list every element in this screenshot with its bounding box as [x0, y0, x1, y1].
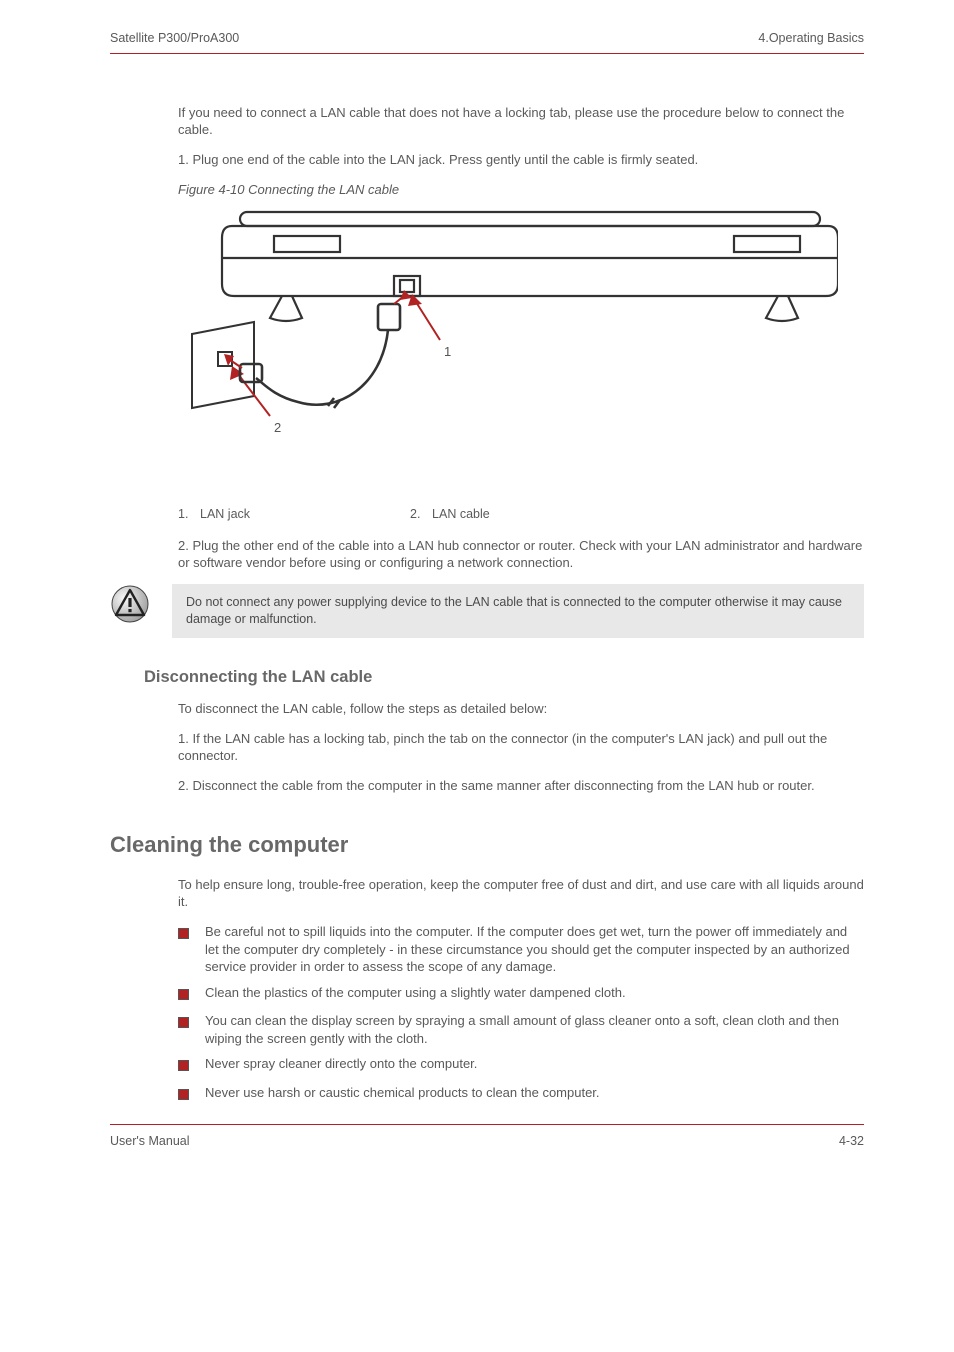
- square-bullet-icon: [178, 1087, 189, 1105]
- footer-right: 4-32: [839, 1133, 864, 1150]
- lan-cable-figure: 1 2: [178, 206, 864, 486]
- svg-text:2: 2: [274, 420, 281, 435]
- figure-callouts: 1. LAN jack 2. LAN cable: [178, 506, 864, 523]
- clean-bullet-list: Be careful not to spill liquids into the…: [178, 923, 864, 1104]
- disconnect-heading: Disconnecting the LAN cable: [144, 666, 864, 688]
- svg-text:1: 1: [444, 344, 451, 359]
- bullet-text: Never use harsh or caustic chemical prod…: [205, 1084, 600, 1102]
- header-right: 4.Operating Basics: [758, 30, 864, 47]
- bullet-text: You can clean the display screen by spra…: [205, 1012, 864, 1047]
- callout-2-num: 2.: [410, 506, 424, 523]
- intro-p2: 1. Plug one end of the cable into the LA…: [178, 151, 864, 169]
- square-bullet-icon: [178, 987, 189, 1005]
- callout-2-label: LAN cable: [432, 506, 490, 523]
- bullet-text: Never spray cleaner directly onto the co…: [205, 1055, 477, 1073]
- page-header: Satellite P300/ProA300 4.Operating Basic…: [110, 30, 864, 54]
- disc-p2: 1. If the LAN cable has a locking tab, p…: [178, 730, 864, 765]
- list-item: Never spray cleaner directly onto the co…: [178, 1055, 864, 1076]
- list-item: You can clean the display screen by spra…: [178, 1012, 864, 1047]
- list-item: Never use harsh or caustic chemical prod…: [178, 1084, 864, 1105]
- clean-p1: To help ensure long, trouble-free operat…: [178, 876, 864, 911]
- cleaning-heading: Cleaning the computer: [110, 830, 864, 860]
- list-item: Clean the plastics of the computer using…: [178, 984, 864, 1005]
- disc-p1: To disconnect the LAN cable, follow the …: [178, 700, 864, 718]
- intro-p1: If you need to connect a LAN cable that …: [178, 104, 864, 139]
- square-bullet-icon: [178, 1015, 189, 1033]
- callout-1-label: LAN jack: [200, 506, 250, 523]
- header-left: Satellite P300/ProA300: [110, 30, 239, 47]
- list-item: Be careful not to spill liquids into the…: [178, 923, 864, 976]
- caution-text: Do not connect any power supplying devic…: [172, 584, 864, 638]
- callout-1-num: 1.: [178, 506, 192, 523]
- footer-left: User's Manual: [110, 1133, 190, 1150]
- page-footer: User's Manual 4-32: [110, 1124, 864, 1150]
- caution-icon: [110, 584, 150, 629]
- square-bullet-icon: [178, 1058, 189, 1076]
- callout-2: 2. LAN cable: [410, 506, 490, 523]
- bullet-text: Clean the plastics of the computer using…: [205, 984, 626, 1002]
- caution-note: Do not connect any power supplying devic…: [110, 584, 864, 638]
- square-bullet-icon: [178, 926, 189, 944]
- callout-1: 1. LAN jack: [178, 506, 250, 523]
- bullet-text: Be careful not to spill liquids into the…: [205, 923, 864, 976]
- disc-p3: 2. Disconnect the cable from the compute…: [178, 777, 864, 795]
- intro-p3: 2. Plug the other end of the cable into …: [178, 537, 864, 572]
- figure-title: Figure 4-10 Connecting the LAN cable: [178, 181, 864, 199]
